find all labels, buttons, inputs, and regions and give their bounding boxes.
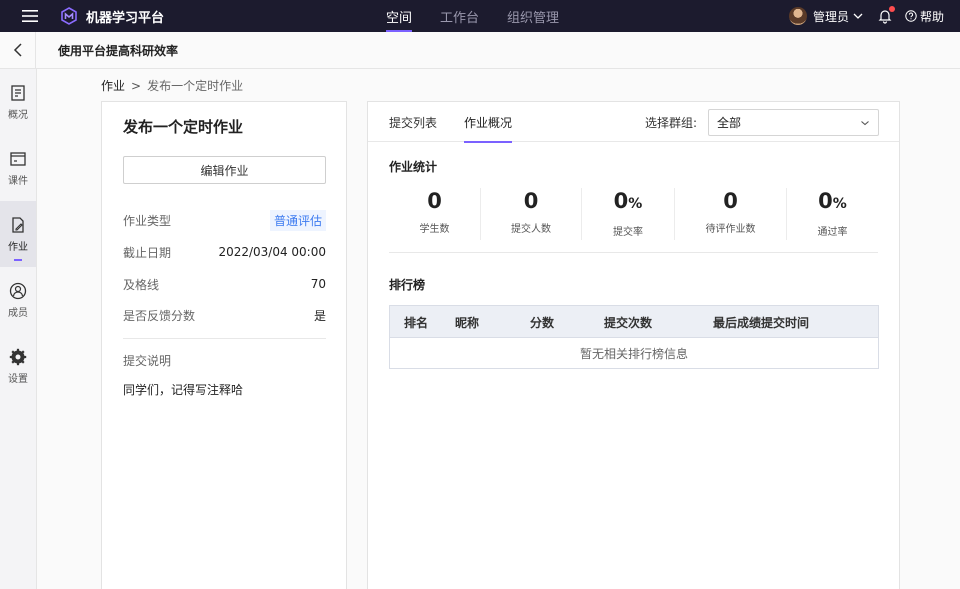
breadcrumb-parent[interactable]: 作业	[101, 77, 125, 94]
top-bar: 机器学习平台 空间 工作台 组织管理 管理员 帮助	[0, 0, 960, 32]
nav-space[interactable]: 空间	[372, 0, 426, 32]
assignment-icon	[12, 216, 24, 233]
menu-button[interactable]	[0, 0, 60, 32]
status-badge: 普通评估	[269, 209, 326, 231]
sidebar-item-assignment[interactable]: 作业	[0, 201, 36, 267]
stat-label: 待评作业数	[705, 224, 756, 235]
brand[interactable]: 机器学习平台	[60, 7, 164, 26]
settings-icon	[9, 348, 27, 365]
courseware-icon	[10, 151, 26, 166]
main-nav: 空间 工作台 组织管理	[372, 0, 573, 32]
active-indicator	[14, 259, 22, 261]
hamburger-icon	[22, 10, 38, 22]
chevron-down-icon	[861, 120, 869, 125]
group-select-value: 全部	[717, 116, 742, 130]
description-text: 同学们，记得写注释哈	[123, 383, 244, 397]
stat-value: 0%	[818, 189, 847, 213]
stat-label: 通过率	[817, 227, 848, 238]
back-button[interactable]	[0, 32, 36, 68]
edit-assignment-button[interactable]: 编辑作业	[123, 156, 326, 184]
assignment-info-card: 发布一个定时作业 编辑作业 作业类型 普通评估 截止日期 2022/03/04 …	[101, 101, 347, 589]
overview-icon	[11, 84, 25, 101]
help-icon	[905, 10, 917, 22]
stat-label: 提交人数	[511, 224, 551, 235]
avatar	[788, 7, 807, 25]
stat-value: 0	[523, 189, 539, 213]
divider	[123, 338, 326, 339]
assignment-title: 发布一个定时作业	[123, 118, 244, 136]
assignment-overview-card: 提交列表 作业概况 选择群组: 全部 作业统计 0 学生数 0 提交人数 0% …	[367, 101, 900, 589]
nav-org-management[interactable]: 组织管理	[493, 0, 573, 32]
brand-name: 机器学习平台	[86, 10, 165, 26]
stat-students: 0 学生数	[389, 188, 481, 240]
info-key: 及格线	[123, 277, 160, 292]
column-header-score: 分数	[530, 316, 555, 330]
help-link[interactable]: 帮助	[905, 8, 944, 25]
tab-submission-list[interactable]: 提交列表	[389, 102, 437, 142]
column-header-last-submit-time: 最后成绩提交时间	[713, 316, 810, 330]
help-label: 帮助	[919, 9, 944, 24]
breadcrumb-current: 发布一个定时作业	[147, 79, 244, 93]
stat-value: 0%	[613, 189, 643, 213]
left-sidebar: 概况 课件 作业 成员 设置	[0, 69, 37, 589]
column-header-nickname: 昵称	[455, 316, 480, 330]
stats-panel: 0 学生数 0 提交人数 0% 提交率 0 待评作业数 0% 通过率	[389, 188, 878, 252]
member-icon	[9, 282, 27, 299]
stat-value: 0	[723, 189, 738, 213]
stat-value: 0	[427, 189, 442, 213]
logo-icon	[61, 7, 77, 25]
space-title: 使用平台提高科研效率	[58, 43, 179, 58]
stat-submit-rate: 0% 提交率	[582, 188, 675, 240]
info-value: 是	[313, 308, 326, 323]
breadcrumb: 作业 > 发布一个定时作业	[101, 77, 243, 94]
column-header-submit-count: 提交次数	[604, 316, 653, 330]
sidebar-item-label: 成员	[8, 307, 28, 319]
sidebar-item-courseware[interactable]: 课件	[0, 135, 36, 201]
info-value: 70	[310, 277, 326, 291]
stat-submitters: 0 提交人数	[481, 188, 582, 240]
sidebar-item-label: 概况	[8, 109, 28, 121]
group-select-label: 选择群组:	[645, 116, 698, 130]
stats-title: 作业统计	[389, 160, 438, 174]
stat-label: 提交率	[613, 227, 643, 238]
user-menu[interactable]: 管理员	[788, 7, 863, 25]
info-row-type: 作业类型 普通评估	[123, 209, 326, 231]
sidebar-item-settings[interactable]: 设置	[0, 333, 36, 399]
info-value: 2022/03/04 00:00	[218, 245, 326, 259]
info-row-feedback: 是否反馈分数 是	[123, 305, 326, 325]
tab-bar: 提交列表 作业概况 选择群组: 全部	[368, 102, 899, 143]
sidebar-item-overview[interactable]: 概况	[0, 69, 36, 135]
chevron-left-icon	[13, 43, 22, 57]
info-key: 截止日期	[123, 245, 172, 260]
stat-pending-review: 0 待评作业数	[675, 188, 787, 240]
table-header: 排名 昵称 分数 提交次数 最后成绩提交时间	[390, 306, 878, 337]
leaderboard-table: 排名 昵称 分数 提交次数 最后成绩提交时间 暂无相关排行榜信息	[389, 305, 879, 369]
notification-button[interactable]	[877, 6, 895, 24]
nav-workbench[interactable]: 工作台	[426, 0, 493, 32]
stat-label: 学生数	[419, 224, 450, 235]
sidebar-item-label: 作业	[8, 241, 28, 253]
stat-pass-rate: 0% 通过率	[787, 188, 878, 240]
top-right-actions: 管理员 帮助	[788, 0, 944, 32]
description-label: 提交说明	[123, 354, 172, 368]
info-key: 作业类型	[123, 213, 172, 228]
main-content: 作业 > 发布一个定时作业 发布一个定时作业 编辑作业 作业类型 普通评估 截止…	[37, 69, 960, 589]
breadcrumb-separator: >	[131, 78, 142, 93]
empty-state: 暂无相关排行榜信息	[390, 337, 878, 368]
sidebar-item-members[interactable]: 成员	[0, 267, 36, 333]
info-key: 是否反馈分数	[123, 308, 196, 323]
divider	[389, 252, 878, 253]
info-row-deadline: 截止日期 2022/03/04 00:00	[123, 242, 326, 262]
sidebar-item-label: 设置	[8, 373, 28, 385]
chevron-down-icon	[853, 13, 863, 19]
tab-overview[interactable]: 作业概况	[464, 102, 513, 143]
group-select[interactable]: 全部	[708, 109, 879, 136]
sub-header: 使用平台提高科研效率	[0, 32, 960, 69]
notification-dot	[888, 6, 895, 12]
user-name: 管理员	[812, 9, 849, 24]
leaderboard-title: 排行榜	[389, 278, 426, 292]
column-header-rank: 排名	[404, 316, 429, 330]
info-row-pass-line: 及格线 70	[123, 274, 326, 294]
sidebar-item-label: 课件	[8, 175, 28, 187]
